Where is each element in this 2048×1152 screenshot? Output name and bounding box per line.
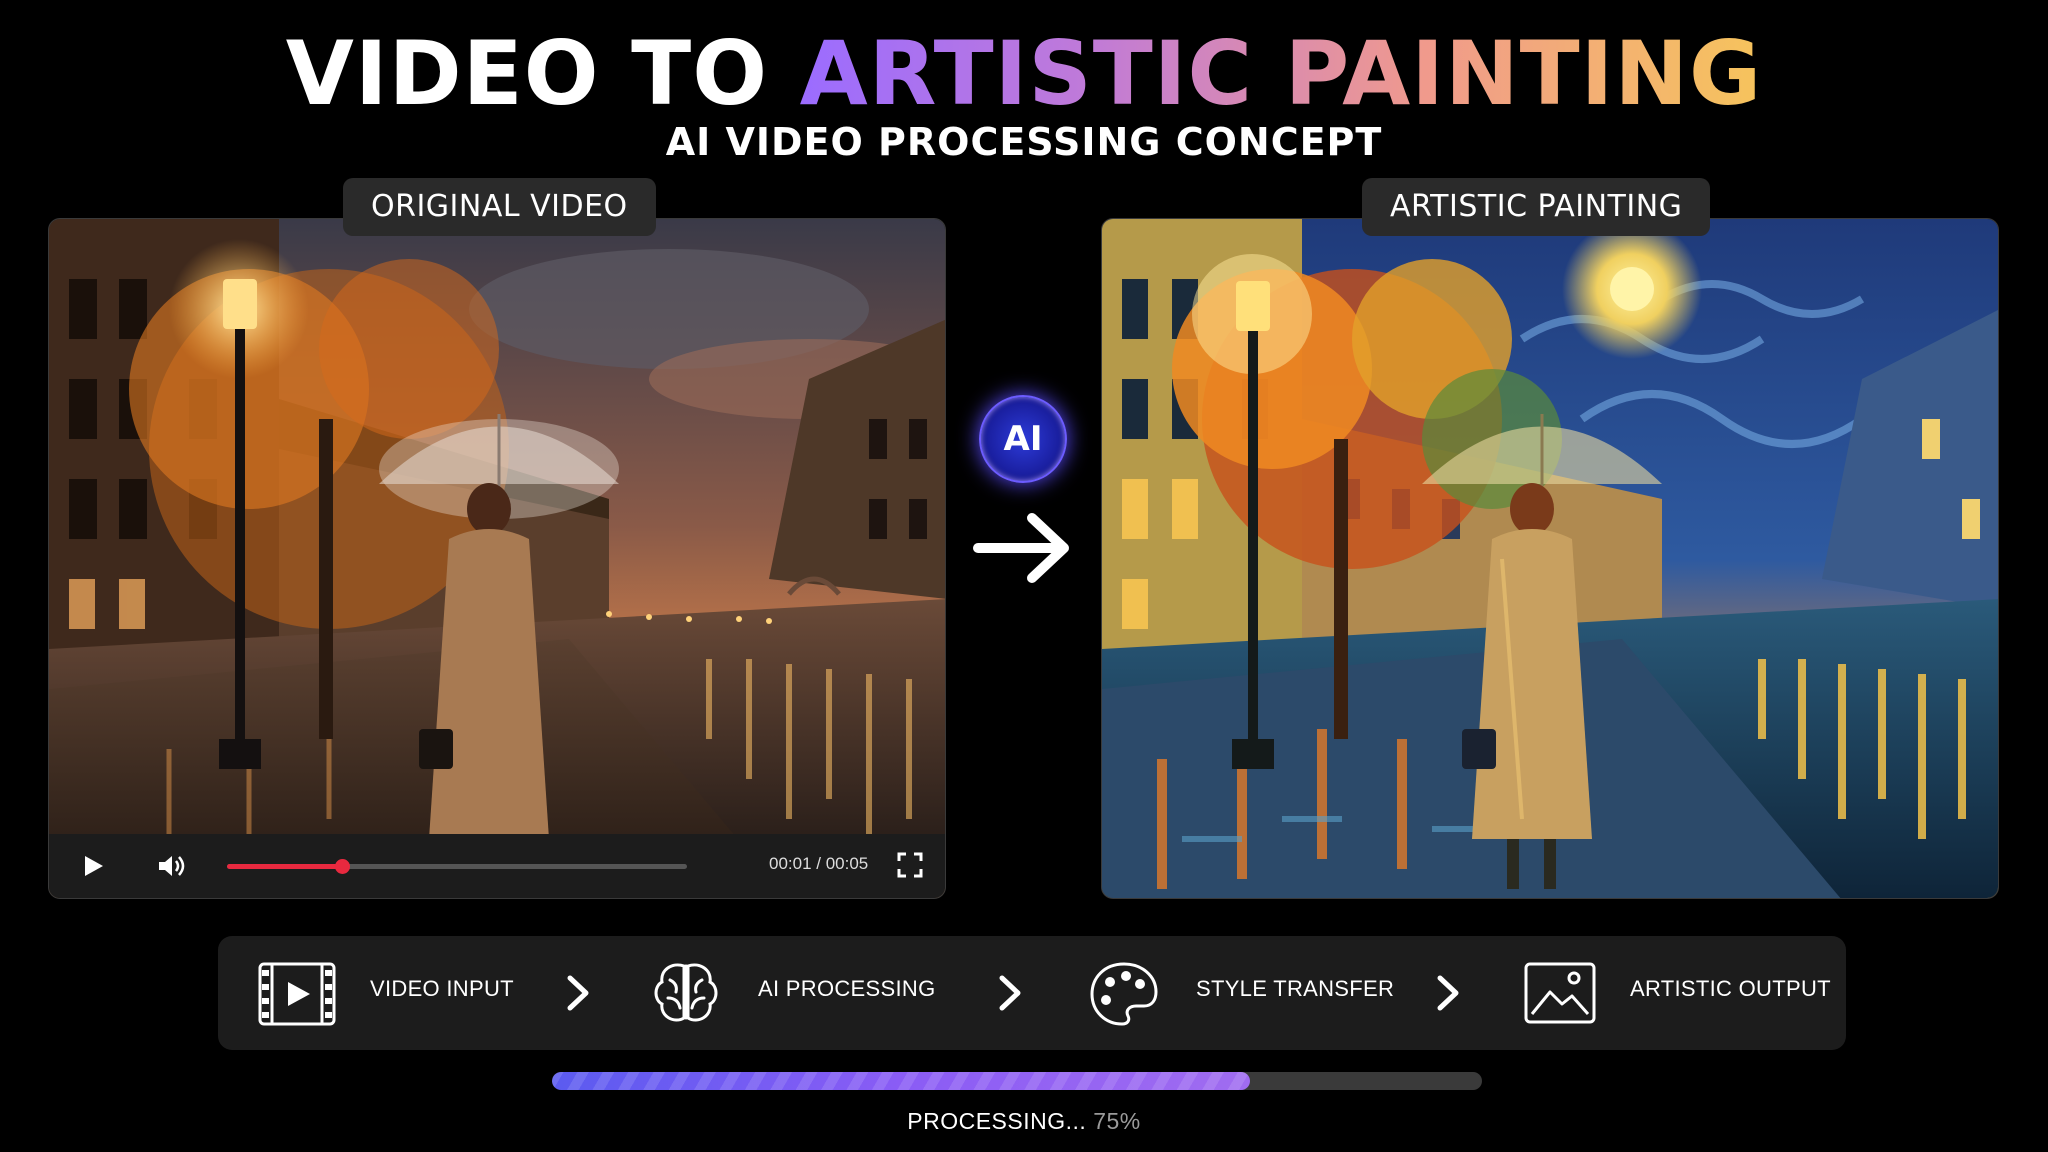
brain-icon: [654, 963, 718, 1022]
fullscreen-icon[interactable]: [897, 852, 923, 878]
pipeline-step-label: ARTISTIC OUTPUT: [1630, 976, 1831, 1001]
pipeline-step-label: STYLE TRANSFER: [1196, 976, 1395, 1001]
image-icon: [1524, 962, 1596, 1024]
original-video-label: ORIGINAL VIDEO: [343, 178, 656, 236]
film-icon: [258, 962, 336, 1026]
processing-label: PROCESSING...: [907, 1108, 1087, 1134]
processing-pipeline: VIDEO INPUT AI PROCESSING STYLE TRANSFER: [218, 936, 1846, 1050]
processing-percent: 75%: [1093, 1108, 1141, 1134]
volume-icon[interactable]: [157, 852, 187, 880]
artistic-painting-image: [1102, 219, 1998, 898]
arrow-right-icon: [973, 513, 1069, 583]
chevron-right-icon: [999, 975, 1021, 1011]
page-title: VIDEO TO ARTISTIC PAINTING: [0, 22, 2048, 125]
artistic-painting-panel: [1101, 218, 1999, 899]
processing-progress-fill: [552, 1072, 1250, 1090]
processing-status: PROCESSING... 75%: [0, 1108, 2048, 1135]
page-subtitle: AI VIDEO PROCESSING CONCEPT: [665, 120, 1383, 164]
chevron-right-icon: [1437, 975, 1459, 1011]
original-video-frame: [49, 219, 945, 898]
original-video-panel[interactable]: 00:01 / 00:05: [48, 218, 946, 899]
title-part-gradient: ARTISTIC PAINTING: [799, 22, 1763, 125]
title-part-white: VIDEO TO: [285, 22, 800, 125]
video-player-controls: 00:01 / 00:05: [49, 834, 945, 898]
palette-icon: [1090, 962, 1158, 1026]
processing-progress-bar: [552, 1072, 1482, 1090]
video-time: 00:01 / 00:05: [769, 854, 869, 873]
seek-progress: [227, 864, 342, 869]
artistic-painting-label: ARTISTIC PAINTING: [1362, 178, 1711, 236]
ai-badge: AI: [979, 395, 1067, 483]
chevron-right-icon: [567, 975, 589, 1011]
pipeline-step-label: AI PROCESSING: [758, 976, 936, 1001]
seek-thumb[interactable]: [335, 859, 350, 874]
seek-bar[interactable]: [227, 856, 687, 876]
play-icon[interactable]: [81, 854, 105, 878]
pipeline-step-label: VIDEO INPUT: [370, 976, 514, 1001]
